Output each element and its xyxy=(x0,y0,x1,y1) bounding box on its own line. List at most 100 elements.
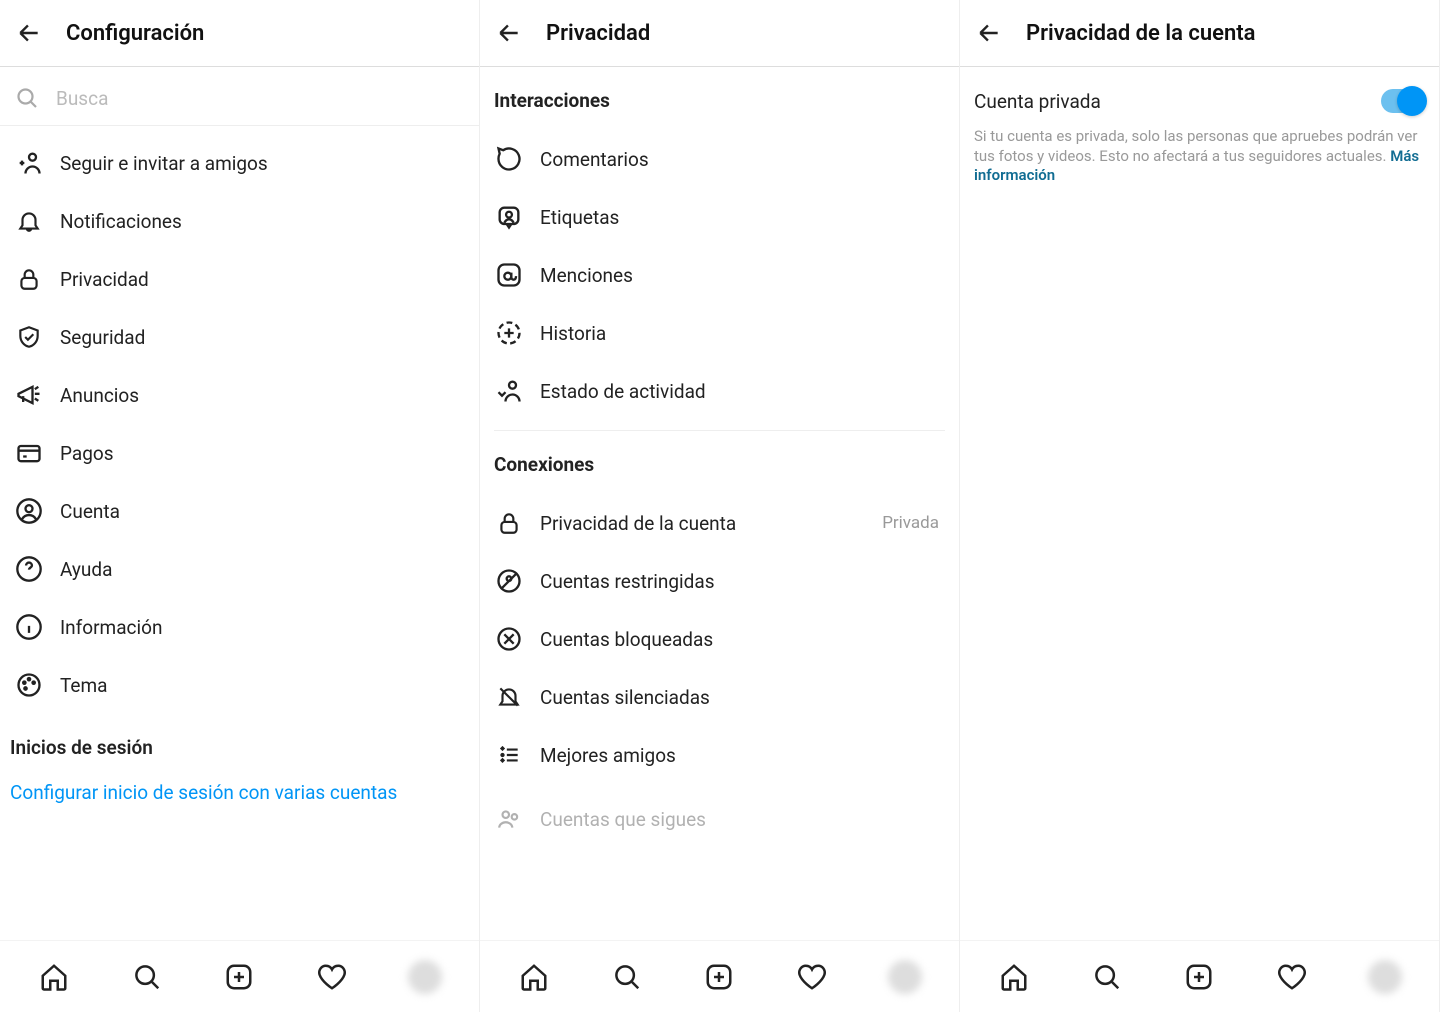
item-trailing: Privada xyxy=(882,513,945,533)
megaphone-icon xyxy=(14,380,44,410)
bottom-nav xyxy=(0,940,479,1012)
palette-icon xyxy=(14,670,44,700)
nav-home[interactable] xyxy=(37,960,71,994)
lock-icon xyxy=(14,264,44,294)
item-blocked[interactable]: Cuentas bloqueadas xyxy=(480,610,959,668)
item-label: Cuentas restringidas xyxy=(540,570,715,593)
activity-status-icon xyxy=(494,376,524,406)
help-text: Si tu cuenta es privada, solo las person… xyxy=(960,121,1439,186)
bottom-nav xyxy=(960,940,1439,1012)
nav-home[interactable] xyxy=(997,960,1031,994)
item-payments[interactable]: Pagos xyxy=(0,424,479,482)
item-security[interactable]: Seguridad xyxy=(0,308,479,366)
person-add-icon xyxy=(14,148,44,178)
tag-person-icon xyxy=(494,202,524,232)
nav-profile[interactable] xyxy=(1368,960,1402,994)
panel-configuracion: Configuración Seguir e invitar a amigos … xyxy=(0,0,480,1012)
item-label: Comentarios xyxy=(540,148,649,171)
people-icon xyxy=(494,804,524,834)
item-label: Privacidad de la cuenta xyxy=(540,512,736,535)
search-icon xyxy=(14,85,40,111)
item-label: Cuenta xyxy=(60,500,120,523)
item-label: Privacidad xyxy=(60,268,149,291)
section-connections: Conexiones xyxy=(480,431,959,486)
panel-privacidad: Privacidad Interacciones Comentarios Eti… xyxy=(480,0,960,1012)
item-label: Seguir e invitar a amigos xyxy=(60,152,268,175)
item-theme[interactable]: Tema xyxy=(0,656,479,714)
story-add-icon xyxy=(494,318,524,348)
item-label: Menciones xyxy=(540,264,633,287)
nav-profile[interactable] xyxy=(408,960,442,994)
nav-activity[interactable] xyxy=(795,960,829,994)
blocked-icon xyxy=(494,624,524,654)
panel-account-privacy: Privacidad de la cuenta Cuenta privada S… xyxy=(960,0,1440,1012)
item-account-privacy[interactable]: Privacidad de la cuenta Privada xyxy=(480,494,959,552)
bell-off-icon xyxy=(494,682,524,712)
page-title: Configuración xyxy=(66,21,204,46)
back-button[interactable] xyxy=(14,18,44,48)
arrow-left-icon xyxy=(976,20,1002,46)
help-text-body: Si tu cuenta es privada, solo las person… xyxy=(974,127,1417,165)
credit-card-icon xyxy=(14,438,44,468)
item-close-friends[interactable]: Mejores amigos xyxy=(480,726,959,784)
user-circle-icon xyxy=(14,496,44,526)
item-label: Etiquetas xyxy=(540,206,619,229)
section-logins: Inicios de sesión xyxy=(0,714,479,769)
item-story[interactable]: Historia xyxy=(480,304,959,362)
back-button[interactable] xyxy=(974,18,1004,48)
item-account[interactable]: Cuenta xyxy=(0,482,479,540)
comment-icon xyxy=(494,144,524,174)
bottom-nav xyxy=(480,940,959,1012)
toggle-label: Cuenta privada xyxy=(974,90,1101,113)
item-label: Tema xyxy=(60,674,108,697)
back-button[interactable] xyxy=(494,18,524,48)
nav-profile[interactable] xyxy=(888,960,922,994)
search-input[interactable] xyxy=(56,87,465,110)
arrow-left-icon xyxy=(16,20,42,46)
item-label: Historia xyxy=(540,322,606,345)
shield-check-icon xyxy=(14,322,44,352)
nav-search[interactable] xyxy=(130,960,164,994)
multi-login-link[interactable]: Configurar inicio de sesión con varias c… xyxy=(0,769,479,816)
panel-body: Seguir e invitar a amigos Notificaciones… xyxy=(0,67,479,1012)
header: Configuración xyxy=(0,0,479,67)
item-label: Pagos xyxy=(60,442,114,465)
header: Privacidad xyxy=(480,0,959,67)
page-title: Privacidad de la cuenta xyxy=(1026,21,1255,46)
arrow-left-icon xyxy=(496,20,522,46)
item-mentions[interactable]: Menciones xyxy=(480,246,959,304)
item-notifications[interactable]: Notificaciones xyxy=(0,192,479,250)
item-about[interactable]: Información xyxy=(0,598,479,656)
item-privacy[interactable]: Privacidad xyxy=(0,250,479,308)
item-comments[interactable]: Comentarios xyxy=(480,130,959,188)
item-label: Cuentas silenciadas xyxy=(540,686,710,709)
nav-search[interactable] xyxy=(1090,960,1124,994)
nav-new-post[interactable] xyxy=(702,960,736,994)
help-circle-icon xyxy=(14,554,44,584)
interactions-list: Comentarios Etiquetas Menciones Historia… xyxy=(480,122,959,420)
nav-activity[interactable] xyxy=(315,960,349,994)
item-following[interactable]: Cuentas que sigues xyxy=(480,784,959,840)
item-restricted[interactable]: Cuentas restringidas xyxy=(480,552,959,610)
item-ads[interactable]: Anuncios xyxy=(0,366,479,424)
section-interactions: Interacciones xyxy=(480,67,959,122)
nav-new-post[interactable] xyxy=(1182,960,1216,994)
nav-home[interactable] xyxy=(517,960,551,994)
item-tags[interactable]: Etiquetas xyxy=(480,188,959,246)
bell-icon xyxy=(14,206,44,236)
nav-search[interactable] xyxy=(610,960,644,994)
info-circle-icon xyxy=(14,612,44,642)
item-follow-invite[interactable]: Seguir e invitar a amigos xyxy=(0,134,479,192)
item-label: Ayuda xyxy=(60,558,112,581)
restricted-icon xyxy=(494,566,524,596)
toggle-knob xyxy=(1397,86,1427,116)
nav-activity[interactable] xyxy=(1275,960,1309,994)
header: Privacidad de la cuenta xyxy=(960,0,1439,67)
settings-list: Seguir e invitar a amigos Notificaciones… xyxy=(0,126,479,714)
connections-list: Privacidad de la cuenta Privada Cuentas … xyxy=(480,486,959,840)
nav-new-post[interactable] xyxy=(222,960,256,994)
private-account-toggle[interactable] xyxy=(1381,89,1425,113)
item-muted[interactable]: Cuentas silenciadas xyxy=(480,668,959,726)
item-help[interactable]: Ayuda xyxy=(0,540,479,598)
item-activity-status[interactable]: Estado de actividad xyxy=(480,362,959,420)
